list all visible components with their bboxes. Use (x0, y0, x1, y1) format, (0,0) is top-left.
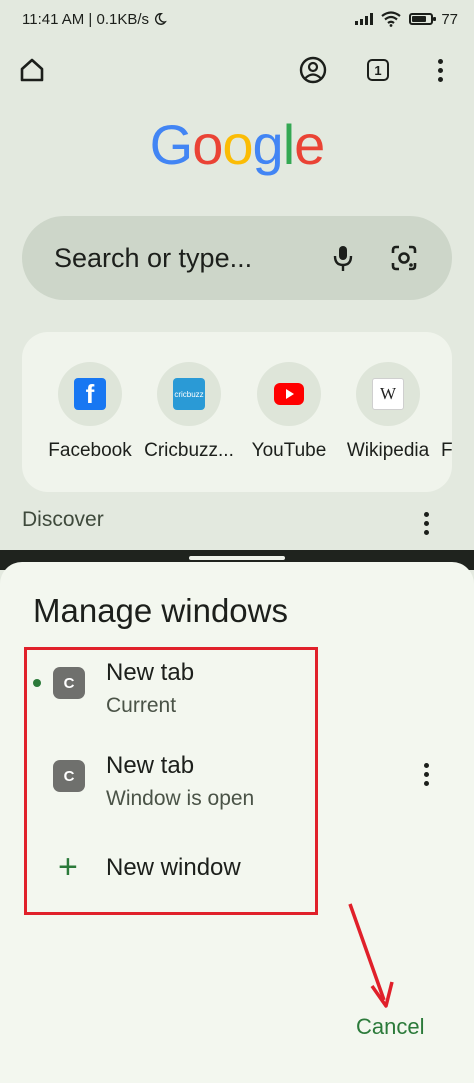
status-bar: 11:41 AM | 0.1KB/s 77 (0, 0, 474, 38)
shortcut-label: F (441, 440, 452, 461)
shortcut-label: Cricbuzz... (144, 440, 234, 461)
sheet-title: Manage windows (33, 592, 288, 629)
discover-heading: Discover (22, 508, 104, 531)
signal-icon (355, 13, 374, 25)
status-right: 77 (355, 11, 458, 28)
tab-count: 1 (367, 59, 389, 81)
annotation-highlight-box (24, 647, 318, 915)
status-time: 11:41 AM | 0.1KB/s (22, 10, 150, 28)
wifi-icon (381, 11, 401, 27)
shortcut-label: Wikipedia (346, 440, 430, 461)
google-logo: Google (0, 112, 474, 177)
logo-letter: e (294, 113, 325, 176)
home-icon (20, 58, 44, 82)
logo-letter: o (192, 113, 223, 176)
home-button[interactable] (10, 44, 54, 96)
shortcut-wikipedia[interactable]: W Wikipedia (338, 362, 438, 462)
annotation-arrow-icon (348, 903, 394, 1008)
window-menu-button[interactable] (412, 757, 440, 791)
account-button[interactable] (291, 44, 335, 96)
cancel-button[interactable]: Cancel (356, 1014, 424, 1040)
status-left: 11:41 AM | 0.1KB/s (22, 11, 167, 28)
wikipedia-glyph: W (372, 378, 404, 410)
shortcut-facebook[interactable]: f Facebook (40, 362, 140, 462)
shortcut-partial[interactable]: F (441, 362, 452, 462)
mic-icon (333, 246, 353, 271)
battery-icon (409, 13, 437, 25)
sheet-drag-handle[interactable] (189, 556, 285, 560)
shortcut-label: Facebook (48, 440, 132, 461)
mic-button[interactable] (327, 242, 359, 274)
browser-menu-button[interactable] (418, 44, 462, 96)
cricbuzz-glyph: cricbuzz (173, 378, 205, 410)
logo-letter: g (252, 113, 284, 176)
tab-switcher-button[interactable]: 1 (356, 44, 400, 96)
lens-icon (391, 245, 417, 271)
cricbuzz-icon: cricbuzz (157, 362, 221, 426)
shortcut-label: YouTube (251, 440, 327, 461)
account-icon (299, 56, 327, 84)
more-vert-icon (437, 58, 443, 82)
browser-toolbar: 1 (0, 44, 474, 96)
shortcut-cricbuzz[interactable]: cricbuzz Cricbuzz... (139, 362, 239, 462)
search-box[interactable]: Search or type... (22, 216, 452, 300)
youtube-icon (257, 362, 321, 426)
facebook-glyph: f (74, 378, 106, 410)
logo-letter: l (282, 113, 295, 176)
logo-letter: G (149, 113, 194, 176)
search-placeholder: Search or type... (54, 242, 253, 273)
shortcuts-card: f Facebook cricbuzz Cricbuzz... YouTube … (22, 332, 452, 492)
shortcut-youtube[interactable]: YouTube (239, 362, 339, 462)
battery-percent: 77 (441, 10, 458, 28)
youtube-glyph (274, 383, 304, 405)
lens-button[interactable] (388, 242, 420, 274)
wikipedia-icon: W (356, 362, 420, 426)
logo-letter: o (222, 113, 253, 176)
moon-icon (155, 13, 167, 25)
facebook-icon: f (58, 362, 122, 426)
discover-menu-button[interactable] (412, 506, 440, 540)
